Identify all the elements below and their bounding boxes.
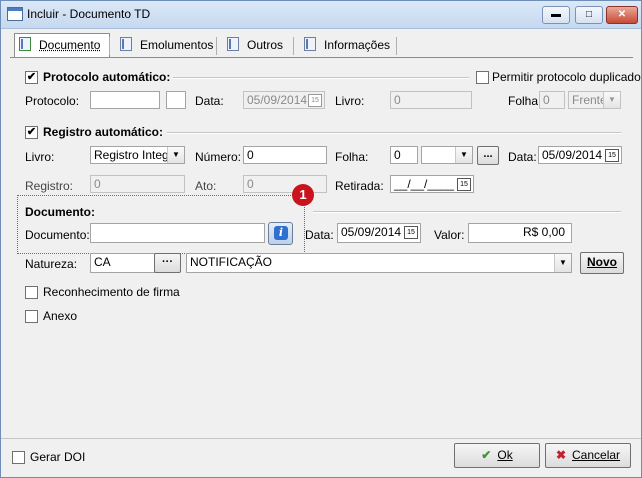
registro-ato-input: 0 [243,175,327,193]
registro-livro-value: Registro Integr [94,148,173,162]
registro-folha-label: Folha: [335,150,369,164]
documento-input[interactable] [90,223,265,243]
protocolo-folha-input: 0 [539,91,565,109]
registro-retirada-label: Retirada: [335,179,384,193]
novo-button[interactable]: Novo [580,252,624,274]
documento-valor-label: Valor: [434,228,465,242]
documento-info-button[interactable]: i [268,222,293,245]
gerar-doi-checkbox[interactable] [12,451,25,464]
natureza-label: Natureza: [25,257,78,271]
cancel-x-icon: ✖ [555,448,567,462]
protocolo-automatico-checkbox[interactable]: ✔ [25,71,38,84]
ok-button-label: Ok [497,448,513,462]
registro-registro-input: 0 [90,175,185,193]
chevron-down-icon: ▼ [603,92,620,108]
separator [313,211,621,213]
registro-automatico-checkbox[interactable]: ✔ [25,126,38,139]
registro-numero-label: Número: [195,150,242,164]
form-icon [227,37,239,51]
protocolo-data-value: 05/09/2014 [247,93,308,107]
anexo-label: Anexo [43,309,78,323]
checkmark-icon: ✔ [481,448,492,462]
natureza-description: NOTIFICAÇÃO [190,255,273,269]
permitir-duplicado-checkbox[interactable] [476,71,489,84]
protocolo-livro-input: 0 [390,91,472,109]
protocolo-data-input: 05/09/2014 15 [243,91,325,109]
tab-emolumentos-label: Emolumentos [140,38,214,52]
tab-documento-label: Documento [39,38,101,52]
separator [173,77,469,79]
tab-informacoes-label: Informações [324,38,391,52]
protocolo-label: Protocolo: [25,94,80,108]
documento-section-label: Documento: [25,205,95,219]
protocolo-frente-select: Frente ▼ [568,91,621,109]
chevron-down-icon: ▼ [167,147,184,163]
natureza-code-input[interactable]: CA [90,253,158,273]
close-button[interactable]: ✕ [606,6,638,24]
window-icon [7,7,23,21]
registro-folha-ellipsis-button[interactable]: ... [477,146,499,165]
window-title: Incluir - Documento TD [27,7,151,21]
calendar-icon[interactable]: 15 [605,149,619,162]
registro-numero-input[interactable]: 0 [243,146,327,164]
callout-badge: 1 [292,184,314,206]
permitir-duplicado-label: Permitir protocolo duplicado [492,70,641,84]
title-bar: Incluir - Documento TD ▬ □ ✕ [1,1,641,29]
reconhecimento-firma-label: Reconhecimento de firma [43,285,180,299]
protocolo-automatico-label: Protocolo automático: [43,70,171,84]
maximize-button[interactable]: □ [575,6,603,24]
registro-retirada-input[interactable]: __/__/____ 15 [390,175,474,193]
documento-data-value: 05/09/2014 [341,225,402,239]
registro-data-value: 05/09/2014 [542,148,603,162]
protocolo-livro-label: Livro: [335,94,365,108]
calendar-icon[interactable]: 15 [404,226,418,239]
documento-data-input[interactable]: 05/09/2014 15 [337,223,421,243]
tab-documento[interactable]: Documento [14,33,110,58]
protocolo-frente-value: Frente [572,93,607,107]
registro-folha-select[interactable]: ▼ [421,146,473,164]
natureza-ellipsis-button[interactable]: ··· [154,253,181,273]
gerar-doi-label: Gerar DOI [30,450,86,464]
tab-outros[interactable]: Outros [227,34,283,56]
cancelar-button[interactable]: ✖ Cancelar [545,443,631,468]
registro-retirada-value: __/__/____ [394,177,455,191]
registro-data-input[interactable]: 05/09/2014 15 [538,146,622,164]
document-check-icon [19,37,31,51]
calendar-icon[interactable]: 15 [457,178,471,191]
chevron-down-icon: ▼ [554,254,571,272]
protocolo-suffix-input[interactable] [166,91,186,109]
protocolo-folha-label: Folha: [508,94,542,108]
dialog-window: Incluir - Documento TD ▬ □ ✕ Documento E… [0,0,642,478]
documento-label: Documento: [25,228,90,242]
minimize-button[interactable]: ▬ [542,6,570,24]
cancelar-button-label: Cancelar [572,448,621,462]
registro-ato-label: Ato: [195,179,217,193]
documento-valor-input[interactable]: R$ 0,00 [468,223,572,243]
registro-automatico-label: Registro automático: [43,125,164,139]
ok-button[interactable]: ✔ Ok [454,443,540,468]
form-icon [304,37,316,51]
registro-livro-label: Livro: [25,150,55,164]
form-icon [120,37,132,51]
registro-data-label: Data: [508,150,537,164]
calendar-icon: 15 [308,94,322,107]
documento-data-label: Data: [305,228,334,242]
footer-separator [1,438,641,439]
tab-outros-label: Outros [247,38,284,52]
reconhecimento-firma-checkbox[interactable] [25,286,38,299]
anexo-checkbox[interactable] [25,310,38,323]
info-icon: i [274,226,288,240]
tab-panel-border [10,57,633,58]
chevron-down-icon: ▼ [455,147,472,163]
natureza-select[interactable]: NOTIFICAÇÃO ▼ [186,253,572,273]
registro-registro-label: Registro: [25,179,74,193]
protocolo-input[interactable] [90,91,160,109]
protocolo-data-label: Data: [195,94,224,108]
separator [167,132,621,134]
tab-emolumentos[interactable]: Emolumentos [120,34,213,56]
registro-folha-input[interactable]: 0 [390,146,418,164]
tab-informacoes[interactable]: Informações [304,34,390,56]
registro-livro-select[interactable]: Registro Integr ▼ [90,146,185,164]
